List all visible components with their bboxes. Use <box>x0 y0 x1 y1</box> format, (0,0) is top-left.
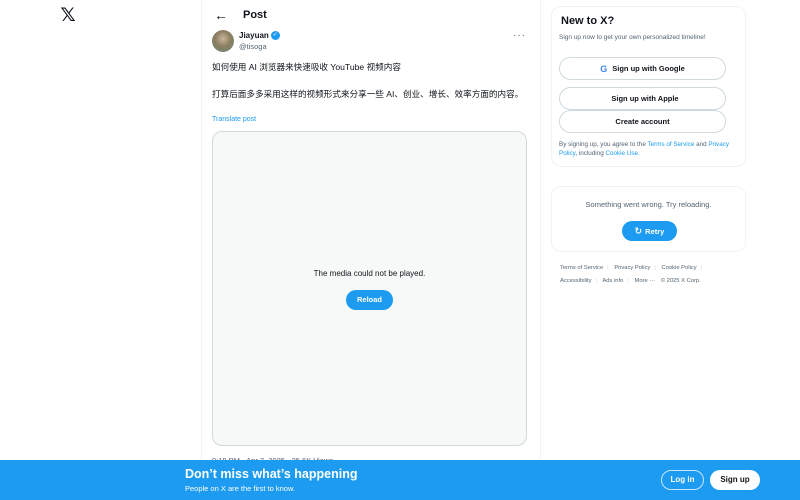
apple-signup-label: Sign up with Apple <box>611 94 679 103</box>
post-text: 如何使用 AI 浏览器来快速吸收 YouTube 视频内容 打算后面多多采用这样… <box>212 61 530 101</box>
cookie-link[interactable]: Cookie Use. <box>605 150 639 157</box>
error-message: Something went wrong. Try reloading. <box>585 200 712 209</box>
retry-button[interactable]: ↻ Retry <box>622 221 677 241</box>
post-text-line: 打算后面多多采用这样的视频形式来分享一些 AI、创业、增长、效率方面的内容。 <box>212 89 524 99</box>
back-arrow-icon[interactable]: ← <box>206 7 236 23</box>
reload-button[interactable]: Reload <box>346 290 393 310</box>
post-header: ← Post <box>202 0 540 30</box>
footer-more-link[interactable]: More ··· <box>634 278 655 284</box>
translate-post-link[interactable]: Translate post <box>212 116 256 123</box>
banner-subtitle: People on X are the first to know. <box>185 484 296 493</box>
post-author: Jiayuan ✓ @tisoga <box>212 30 280 52</box>
create-account-button[interactable]: Create account <box>559 110 726 133</box>
post-text-line: 如何使用 AI 浏览器来快速吸收 YouTube 视频内容 <box>212 62 401 72</box>
author-name[interactable]: Jiayuan ✓ <box>239 30 280 41</box>
footer-links: Terms of Service | Privacy Policy | Cookie… <box>560 265 703 284</box>
signup-subtitle: Sign up now to get your own personalized… <box>559 34 706 41</box>
verified-badge-icon: ✓ <box>270 31 280 40</box>
footer-copyright: © 2025 X Corp. <box>660 278 701 284</box>
terms-link[interactable]: Terms of Service <box>647 141 694 148</box>
signup-card: New to X? Sign up now to get your own pe… <box>551 6 746 167</box>
footer-ads-link[interactable]: Ads info <box>602 278 623 284</box>
refresh-icon: ↻ <box>634 225 643 236</box>
media-error-message: The media could not be played. <box>313 269 426 278</box>
create-account-label: Create account <box>615 117 670 126</box>
google-signup-button[interactable]: G Sign up with Google <box>559 57 726 80</box>
retry-label: Retry <box>645 226 665 236</box>
author-names: Jiayuan ✓ @tisoga <box>239 30 280 52</box>
avatar[interactable] <box>212 30 234 52</box>
x-logo-icon[interactable]: 𝕏 <box>58 6 78 26</box>
footer-cookie-link[interactable]: Cookie Policy <box>662 265 697 271</box>
author-name-text[interactable]: Jiayuan <box>239 30 269 41</box>
footer-accessibility-link[interactable]: Accessibility <box>560 278 592 284</box>
banner-title: Don’t miss what’s happening <box>185 467 358 481</box>
signup-title: New to X? <box>561 15 615 27</box>
post-column: ← Post Jiayuan ✓ @tisoga ··· 如何使用 AI 浏览器… <box>201 0 541 500</box>
author-handle[interactable]: @tisoga <box>239 41 280 52</box>
google-icon: G <box>600 63 608 74</box>
more-options-icon[interactable]: ··· <box>513 30 526 41</box>
login-button[interactable]: Log in <box>661 470 704 490</box>
media-player: The media could not be played. Reload <box>212 131 527 446</box>
terms-text: , including <box>575 150 606 157</box>
footer-terms-link[interactable]: Terms of Service <box>560 265 603 271</box>
apple-signup-button[interactable]: Sign up with Apple <box>559 87 726 110</box>
signup-terms: By signing up, you agree to the Terms of… <box>559 140 739 158</box>
signup-banner: Don’t miss what’s happening People on X … <box>0 460 800 500</box>
page-title: Post <box>243 9 267 21</box>
trends-error-card: Something went wrong. Try reloading. ↻ R… <box>551 186 746 252</box>
signup-button[interactable]: Sign up <box>710 470 760 490</box>
terms-text: and <box>694 141 709 148</box>
google-signup-label: Sign up with Google <box>612 64 685 73</box>
footer-privacy-link[interactable]: Privacy Policy <box>614 265 650 271</box>
terms-text: By signing up, you agree to the <box>559 141 648 148</box>
